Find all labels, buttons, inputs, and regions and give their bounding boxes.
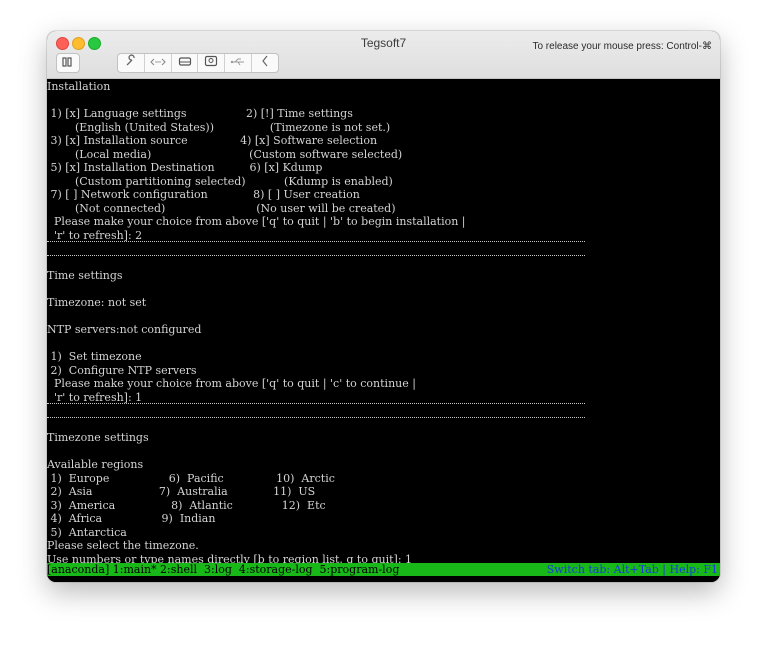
- settings-button[interactable]: [118, 53, 145, 73]
- terminal-line: 5) [x] Installation Destination 6) [x] K…: [47, 161, 323, 174]
- hard-disk-icon: [178, 54, 192, 72]
- disk-button[interactable]: [172, 54, 199, 72]
- usb-button[interactable]: [225, 54, 253, 72]
- terminal-line: Timezone: not set: [47, 296, 147, 309]
- vm-window: Tegsoft7 To release your mouse press: Co…: [47, 31, 720, 582]
- camera-button[interactable]: [198, 54, 226, 72]
- terminal-line: 3) [x] Installation source 4) [x] Softwa…: [47, 134, 378, 147]
- terminal-line: Available regions: [47, 458, 144, 471]
- terminal-line: Timezone settings: [47, 431, 149, 444]
- terminal-line: 7) [ ] Network configuration 8) [ ] User…: [47, 188, 360, 201]
- terminal-screen[interactable]: Installation 1) [x] Language settings 2)…: [47, 79, 720, 582]
- separator-line: [47, 255, 585, 256]
- terminal-line: Time settings: [47, 269, 123, 282]
- tmux-window-list: [anaconda] 1:main* 2:shell 3:log 4:stora…: [47, 563, 400, 576]
- terminal-line: 2) Asia 7) Australia 11) US: [47, 485, 316, 498]
- separator-line: [47, 241, 585, 242]
- terminal-line: Please select the timezone.: [47, 539, 199, 552]
- back-chevron-icon: [261, 54, 269, 72]
- terminal-line: (Custom partitioning selected) (Kdump is…: [47, 174, 393, 188]
- terminal-line: 4) Africa 9) Indian: [47, 512, 216, 525]
- back-button[interactable]: [252, 54, 278, 72]
- separator-line: [47, 417, 585, 418]
- terminal-line: 5) Antarctica: [47, 525, 127, 539]
- tmux-help-hint: Switch tab: Alt+Tab | Help: F1: [546, 563, 718, 576]
- camera-icon: [204, 54, 218, 72]
- terminal-line: (English (United States)) (Timezone is n…: [47, 120, 391, 134]
- terminal-line: (Local media) (Custom software selected): [47, 147, 403, 161]
- terminal-line: Please make your choice from above ['q' …: [47, 377, 416, 390]
- wrench-icon: [124, 53, 138, 73]
- sidebar-icon: [62, 54, 74, 72]
- release-mouse-hint: To release your mouse press: Control-⌘: [532, 41, 712, 52]
- terminal-line: 'r' to refresh]: 1: [47, 390, 143, 404]
- code-arrows-icon: [149, 54, 166, 72]
- terminal-line: 3) America 8) Atlantic 12) Etc: [47, 498, 326, 512]
- usb-icon: [230, 54, 246, 72]
- separator-line: [47, 403, 585, 404]
- terminal-line: 1) [x] Language settings 2) [!] Time set…: [47, 107, 353, 120]
- title-bar: Tegsoft7 To release your mouse press: Co…: [47, 31, 720, 79]
- code-button[interactable]: [145, 54, 172, 72]
- terminal-line: NTP servers:not configured: [47, 323, 202, 336]
- terminal-line: 2) Configure NTP servers: [47, 363, 197, 377]
- terminal-line: 1) Europe 6) Pacific 10) Arctic: [47, 471, 335, 485]
- sidebar-toggle-button[interactable]: [56, 53, 80, 73]
- terminal-line: (Not connected) (No user will be created…: [47, 201, 396, 215]
- terminal-line: Please make your choice from above ['q' …: [47, 215, 466, 228]
- vm-toolbar: [117, 53, 279, 73]
- terminal-line: 'r' to refresh]: 2: [47, 228, 143, 242]
- terminal-line: 1) Set timezone: [47, 350, 142, 363]
- tmux-status-bar: [anaconda] 1:main* 2:shell 3:log 4:stora…: [47, 563, 720, 576]
- terminal-line: Installation: [47, 80, 111, 93]
